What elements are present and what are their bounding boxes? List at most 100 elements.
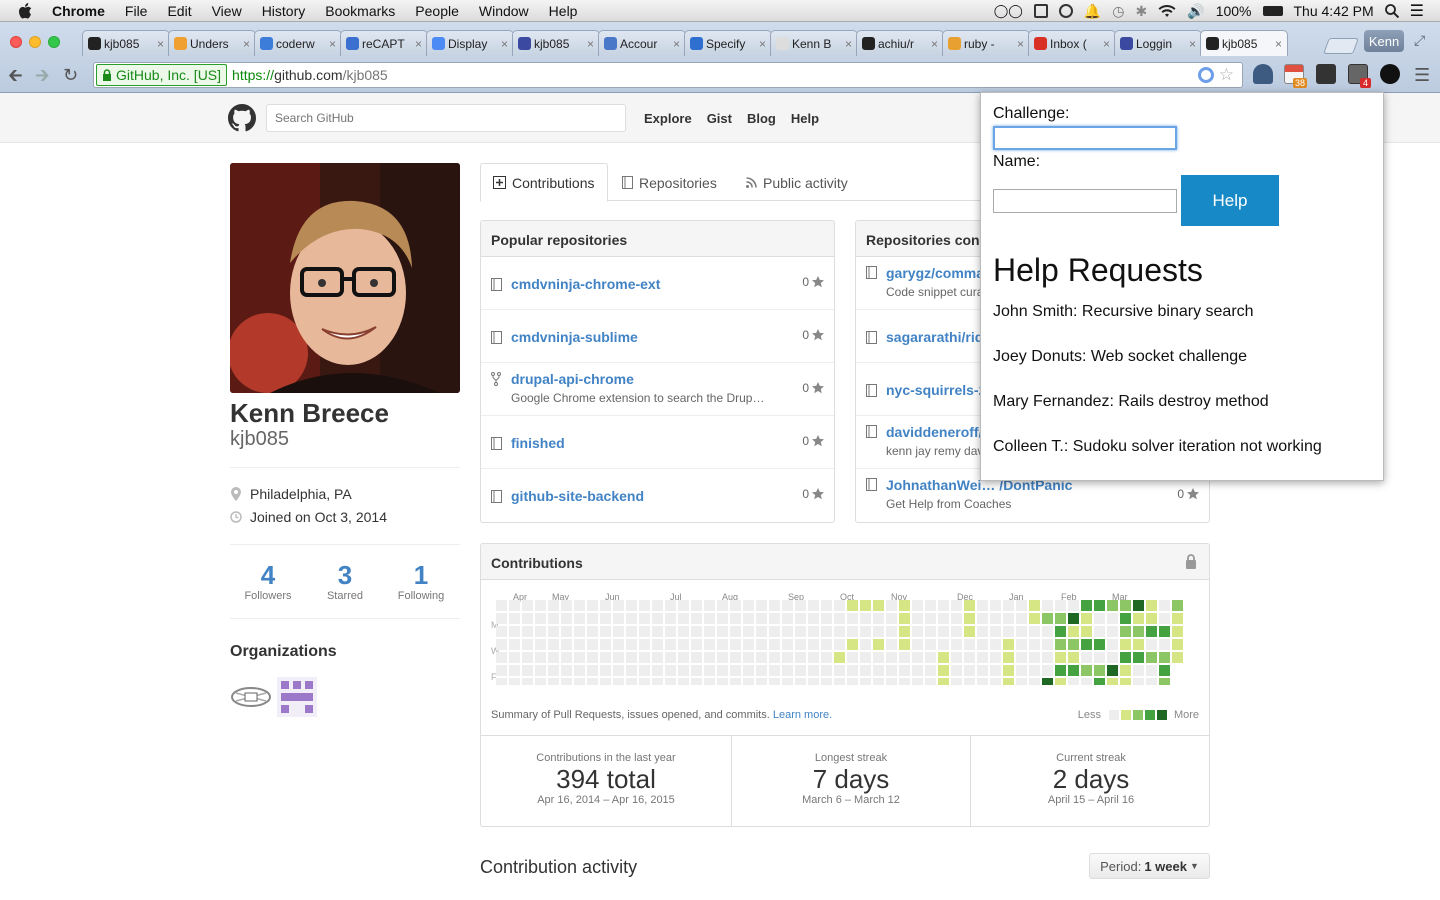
contribution-day-cell[interactable] [912, 678, 923, 685]
contribution-day-cell[interactable] [977, 626, 988, 637]
contribution-day-cell[interactable] [639, 678, 650, 685]
contribution-day-cell[interactable] [496, 639, 507, 650]
contribution-day-cell[interactable] [600, 665, 611, 676]
contribution-day-cell[interactable] [821, 626, 832, 637]
browser-tab[interactable]: Display × [426, 30, 514, 56]
contribution-day-cell[interactable] [964, 665, 975, 676]
contribution-day-cell[interactable] [1016, 613, 1027, 624]
contribution-day-cell[interactable] [1042, 678, 1053, 685]
battery-percent[interactable]: 100% [1216, 3, 1252, 19]
contribution-day-cell[interactable] [1146, 626, 1157, 637]
contribution-day-cell[interactable] [639, 652, 650, 663]
contribution-day-cell[interactable] [730, 613, 741, 624]
contribution-day-cell[interactable] [561, 600, 572, 611]
contribution-day-cell[interactable] [691, 678, 702, 685]
contribution-day-cell[interactable] [522, 678, 533, 685]
repo-name-link[interactable]: finished [511, 435, 565, 451]
reload-button[interactable]: ↻ [63, 66, 78, 84]
contribution-day-cell[interactable] [977, 652, 988, 663]
contribution-day-cell[interactable] [496, 678, 507, 685]
contribution-day-cell[interactable] [561, 613, 572, 624]
tab-close-icon[interactable]: × [1275, 37, 1282, 51]
contribution-day-cell[interactable] [691, 626, 702, 637]
contribution-day-cell[interactable] [1107, 600, 1118, 611]
contribution-day-cell[interactable] [1016, 639, 1027, 650]
contribution-day-cell[interactable] [834, 600, 845, 611]
contribution-day-cell[interactable] [600, 652, 611, 663]
sync-circle-icon[interactable] [1058, 4, 1073, 18]
menu-help[interactable]: Help [539, 0, 588, 22]
contribution-day-cell[interactable] [1055, 613, 1066, 624]
contribution-day-cell[interactable] [860, 678, 871, 685]
contribution-day-cell[interactable] [652, 652, 663, 663]
contribution-day-cell[interactable] [1120, 600, 1131, 611]
repo-name-link[interactable]: sagararathi/ride [886, 329, 991, 345]
contribution-day-cell[interactable] [1146, 652, 1157, 663]
contribution-day-cell[interactable] [990, 639, 1001, 650]
contribution-day-cell[interactable] [1003, 665, 1014, 676]
tab-close-icon[interactable]: × [415, 37, 422, 51]
contribution-day-cell[interactable] [1068, 639, 1079, 650]
contribution-day-cell[interactable] [782, 626, 793, 637]
contribution-day-cell[interactable] [847, 678, 858, 685]
tab-repositories[interactable]: Repositories [610, 163, 729, 202]
tab-contributions[interactable]: Contributions [480, 163, 608, 202]
contribution-day-cell[interactable] [704, 600, 715, 611]
contribution-day-cell[interactable] [587, 652, 598, 663]
contribution-day-cell[interactable] [990, 652, 1001, 663]
contribution-day-cell[interactable] [626, 626, 637, 637]
contribution-day-cell[interactable] [1146, 665, 1157, 676]
tab-close-icon[interactable]: × [587, 37, 594, 51]
contribution-day-cell[interactable] [795, 639, 806, 650]
contribution-day-cell[interactable] [509, 626, 520, 637]
contribution-day-cell[interactable] [678, 639, 689, 650]
contribution-day-cell[interactable] [626, 678, 637, 685]
contribution-day-cell[interactable] [509, 613, 520, 624]
contribution-day-cell[interactable] [743, 652, 754, 663]
contribution-day-cell[interactable] [509, 665, 520, 676]
contribution-day-cell[interactable] [561, 678, 572, 685]
contribution-day-cell[interactable] [652, 600, 663, 611]
contribution-day-cell[interactable] [1120, 613, 1131, 624]
new-tab-button[interactable] [1323, 38, 1359, 54]
contribution-day-cell[interactable] [704, 678, 715, 685]
contribution-day-cell[interactable] [1094, 626, 1105, 637]
contribution-day-cell[interactable] [860, 626, 871, 637]
contribution-day-cell[interactable] [834, 652, 845, 663]
contribution-day-cell[interactable] [587, 613, 598, 624]
contribution-day-cell[interactable] [938, 626, 949, 637]
contribution-day-cell[interactable] [535, 678, 546, 685]
contribution-day-cell[interactable] [808, 652, 819, 663]
contribution-day-cell[interactable] [665, 626, 676, 637]
contribution-day-cell[interactable] [1172, 626, 1183, 637]
contribution-day-cell[interactable] [717, 678, 728, 685]
contribution-day-cell[interactable] [808, 639, 819, 650]
contribution-day-cell[interactable] [1146, 613, 1157, 624]
contribution-day-cell[interactable] [769, 600, 780, 611]
contribution-day-cell[interactable] [808, 626, 819, 637]
contribution-day-cell[interactable] [756, 652, 767, 663]
mustache-extension-icon[interactable] [1316, 64, 1336, 84]
nav-help[interactable]: Help [791, 111, 819, 126]
contribution-day-cell[interactable] [990, 600, 1001, 611]
following-stat[interactable]: 1 Following [383, 560, 459, 602]
contribution-day-cell[interactable] [821, 639, 832, 650]
contribution-day-cell[interactable] [886, 613, 897, 624]
contribution-day-cell[interactable] [574, 600, 585, 611]
contribution-day-cell[interactable] [509, 678, 520, 685]
contribution-day-cell[interactable] [1094, 665, 1105, 676]
contribution-day-cell[interactable] [1081, 600, 1092, 611]
contribution-day-cell[interactable] [899, 639, 910, 650]
contribution-day-cell[interactable] [574, 652, 585, 663]
contribution-day-cell[interactable] [1042, 639, 1053, 650]
contribution-day-cell[interactable] [977, 639, 988, 650]
menu-window[interactable]: Window [469, 0, 539, 22]
omnibox[interactable]: GitHub, Inc. [US] https://github.com/kjb… [93, 62, 1243, 88]
contribution-day-cell[interactable] [964, 652, 975, 663]
contribution-day-cell[interactable] [912, 600, 923, 611]
menu-view[interactable]: View [202, 0, 252, 22]
contribution-day-cell[interactable] [873, 600, 884, 611]
tab-close-icon[interactable]: × [845, 37, 852, 51]
learn-more-link[interactable]: Learn more. [773, 709, 832, 721]
tab-close-icon[interactable]: × [1189, 37, 1196, 51]
